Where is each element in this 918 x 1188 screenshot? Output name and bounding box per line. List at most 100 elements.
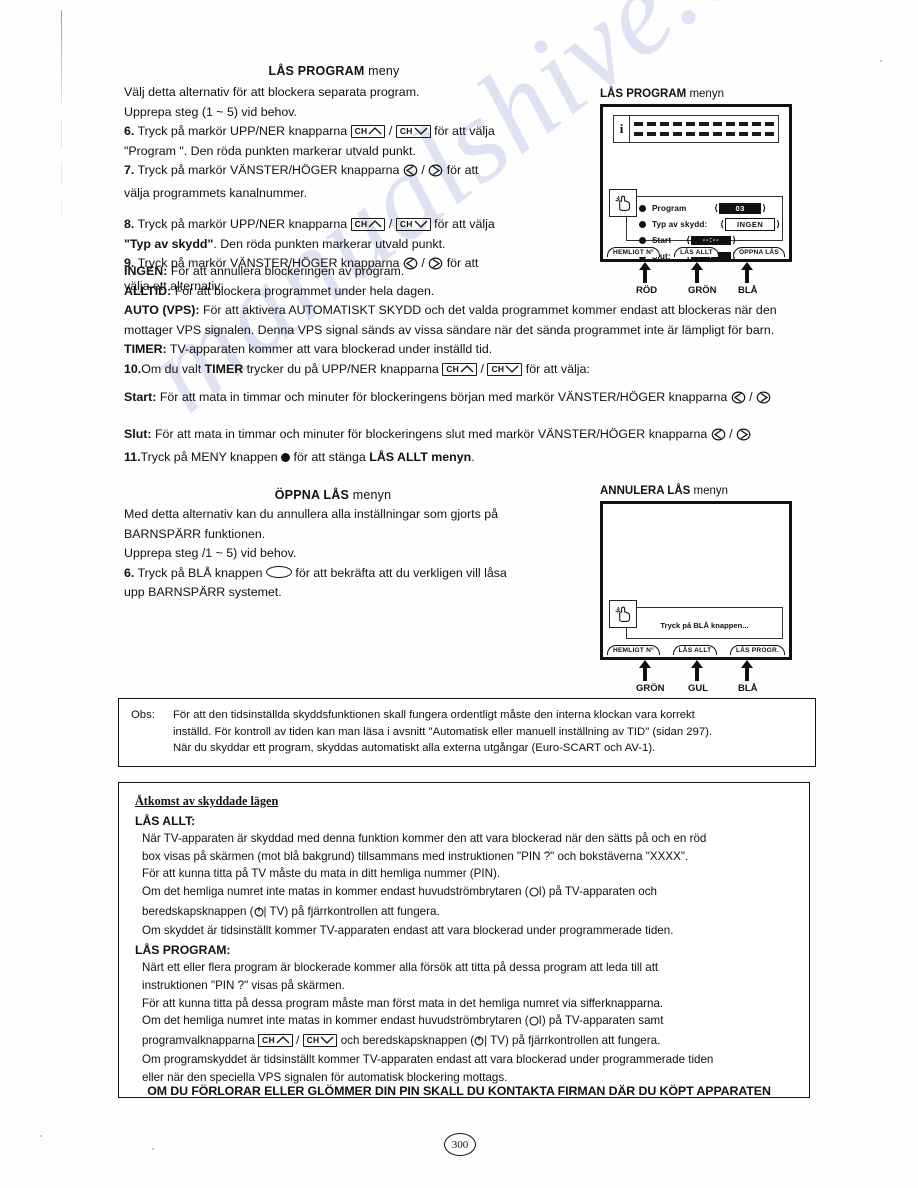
start-instruction: Start: För att mata in timmar och minute… [124, 388, 814, 411]
section2-heading-bold: ÖPPNA LÅS [274, 488, 350, 502]
info-icon: i [614, 116, 630, 142]
scan-artifact-dot [152, 1148, 154, 1150]
line-5-mid: | TV) på fjärrkontrollen att fungera. [263, 904, 440, 918]
osd-row-label: Typ av skydd: [652, 219, 708, 229]
access-las-allt-line-2: box visas på skärmen (mot blå bakgrund) … [142, 849, 689, 863]
section2-step-6: 6. Tryck på BLÅ knappen för att bekräfta… [124, 564, 542, 584]
access-subheading-las-allt: LÅS ALLT: [135, 813, 196, 828]
note-box-obs: Obs: För att den tidsinställda skyddsfun… [118, 698, 816, 767]
osd-menu-row[interactable]: Program ⟨ 03 ⟩ [627, 200, 782, 216]
osd-value-selector[interactable]: ⟨ INGEN ⟩ [720, 217, 780, 231]
osd-button-las-allt[interactable]: LÅS ALLT [674, 247, 719, 257]
channel-down-key-icon: CH [395, 125, 431, 138]
osd-button-hemligt[interactable]: HEMLIGT N° [607, 645, 660, 655]
callout-label: GRÖN [636, 683, 665, 694]
channel-down-key-icon: CH [487, 362, 523, 376]
channel-up-key-icon: CH [442, 362, 478, 376]
osd-button-oppna-las[interactable]: ÖPPNA LÅS [732, 247, 785, 257]
access-modes-box: Åtkomst av skyddade lägen LÅS ALLT: När … [118, 782, 810, 1098]
chevron-left-icon[interactable]: ⟨ [720, 219, 724, 229]
section2-intro-line-2: BARNSPÄRR funktionen. [124, 526, 266, 541]
figure2-caption: ANNULERA LÅS menyn [600, 485, 800, 497]
section1-step-7-cont: välja programmets kanalnummer. [124, 185, 308, 200]
option-auto-text: För att aktivera AUTOMATISKT SKYDD och d… [124, 303, 777, 337]
osd-colour-button-bar: HEMLIGT N° LÅS ALLT LÅS PROGR. [607, 645, 785, 655]
access-las-program-line-3: För att kunna titta på dessa program mås… [142, 996, 664, 1010]
step-number: 10. [124, 361, 142, 376]
figure1-caption: LÅS PROGRAM menyn [600, 88, 800, 100]
option-timer-key: TIMER: [124, 342, 167, 356]
osd-value-selector[interactable]: ⟨ 03 ⟩ [714, 202, 766, 214]
figure-las-program: LÅS PROGRAM menyn i Program ⟨ 03 ⟩ Typ a… [600, 88, 800, 296]
chevron-left-icon[interactable]: ⟨ [686, 235, 690, 245]
figure-annulera-las: ANNULERA LÅS menyn Tryck på BLÅ knappen.… [600, 485, 800, 694]
access-las-program-line-5: programvalknapparna CH / CH och beredska… [135, 1032, 795, 1052]
step-text: Om du valt [141, 361, 202, 376]
osd-value-selector[interactable]: ⟨ --:-- ⟩ [686, 235, 736, 245]
step-text-tail: för att välja: [525, 361, 590, 376]
scan-artifact-dot [40, 1135, 42, 1137]
footer-warning: OM DU FÖRLORAR ELLER GLÖMMER DIN PIN SKA… [147, 1084, 771, 1098]
slut-text: För att mata in timmar och minuter för b… [154, 427, 708, 441]
option-ingen-key: INGEN: [124, 264, 168, 278]
option-timer-text: TV-apparaten kommer att vara blockerad u… [169, 342, 493, 356]
blue-button-icon [265, 565, 292, 578]
start-text: För att mata in timmar och minuter för b… [159, 390, 728, 404]
callout-bla: BLÅ [738, 262, 758, 296]
option-alltid-text: För att blockera programmet under hela d… [174, 283, 435, 298]
section2-intro-line-3: Upprepa steg /1 ~ 5) vid behov. [124, 546, 297, 560]
osd-message-panel: Tryck på BLÅ knappen... [626, 607, 783, 639]
line-5-pre: beredskapsknappen ( [142, 904, 254, 918]
hand-pointer-icon [609, 189, 637, 217]
chevron-right-icon[interactable]: ⟩ [762, 203, 766, 213]
obs-label: Obs: [131, 709, 155, 721]
step-number: 6. [124, 565, 135, 580]
cursor-right-key-icon [428, 164, 443, 184]
osd-row-value: 03 [719, 202, 762, 214]
section1-heading-light: meny [368, 64, 400, 78]
osd-dash-row [634, 132, 775, 136]
osd-button-hemligt[interactable]: HEMLIGT N° [607, 247, 660, 257]
access-box-title: Åtkomst av skyddade lägen [135, 794, 279, 808]
option-auto: AUTO (VPS): För att aktivera AUTOMATISKT… [124, 301, 814, 340]
option-timer: TIMER: TV-apparaten kommer att vara bloc… [124, 340, 814, 360]
step-text: Tryck på markör UPP/NER knapparna [137, 124, 348, 138]
osd-menu-row[interactable]: Start ⟨ --:-- ⟩ [627, 232, 782, 248]
section1-step-8: 8. Tryck på markör UPP/NER knapparna CH … [124, 217, 495, 231]
step-11-menu-name: LÅS ALLT menyn [369, 449, 472, 464]
callout-gul: GUL [688, 660, 708, 694]
standby-power-icon [254, 905, 264, 923]
cursor-left-key-icon [731, 391, 746, 411]
section1-step-6: 6. Tryck på markör UPP/NER knapparna CH … [124, 124, 495, 138]
obs-line-3: När du skyddar ett program, skyddas auto… [173, 742, 656, 754]
cursor-left-key-icon [403, 164, 418, 184]
line-5-post: | TV) på fjärrkontrollen att fungera. [484, 1033, 661, 1047]
osd-dash-row [634, 122, 775, 126]
chevron-right-icon[interactable]: ⟩ [732, 235, 736, 245]
callout-bla: BLÅ [738, 660, 758, 694]
section1-step-11: 11.Tryck på MENY knappen för att stänga … [124, 448, 814, 468]
line-4-pre: Om det hemliga numret inte matas in komm… [142, 1014, 529, 1028]
access-las-allt-line-1: När TV-apparaten är skyddad med denna fu… [142, 832, 707, 846]
section1-step-6-cont: "Program ". Den röda punkten markerar ut… [124, 143, 416, 158]
step-text-mid: för att stänga [293, 449, 366, 464]
hand-pointer-icon [609, 600, 637, 628]
osd-menu-row[interactable]: Typ av skydd: ⟨ INGEN ⟩ [627, 216, 782, 232]
step-11-end: . [471, 449, 475, 464]
step-text-tail: för att välja [434, 124, 495, 138]
tv-screen-annulera-las: Tryck på BLÅ knappen... HEMLIGT N° LÅS A… [600, 501, 792, 660]
osd-colour-button-bar: HEMLIGT N° LÅS ALLT ÖPPNA LÅS [607, 247, 785, 257]
callout-gron: GRÖN [636, 660, 665, 694]
osd-button-las-progr[interactable]: LÅS PROGR. [729, 645, 785, 655]
chevron-right-icon[interactable]: ⟩ [776, 219, 780, 229]
chevron-left-icon[interactable]: ⟨ [714, 203, 718, 213]
osd-row-label: Program [652, 203, 687, 213]
osd-row-value: --:-- [691, 235, 732, 245]
access-las-allt-line-5: beredskapsknappen ( | TV) på fjärrkontrol… [135, 903, 795, 923]
step-number: 8. [124, 217, 135, 231]
scan-artifact-line [61, 10, 62, 105]
osd-button-las-allt[interactable]: LÅS ALLT [672, 645, 718, 655]
channel-up-key-icon: CH [350, 125, 386, 138]
option-ingen-text: För att annullera blockeringen av progra… [170, 264, 405, 278]
cursor-left-key-icon [711, 428, 726, 448]
